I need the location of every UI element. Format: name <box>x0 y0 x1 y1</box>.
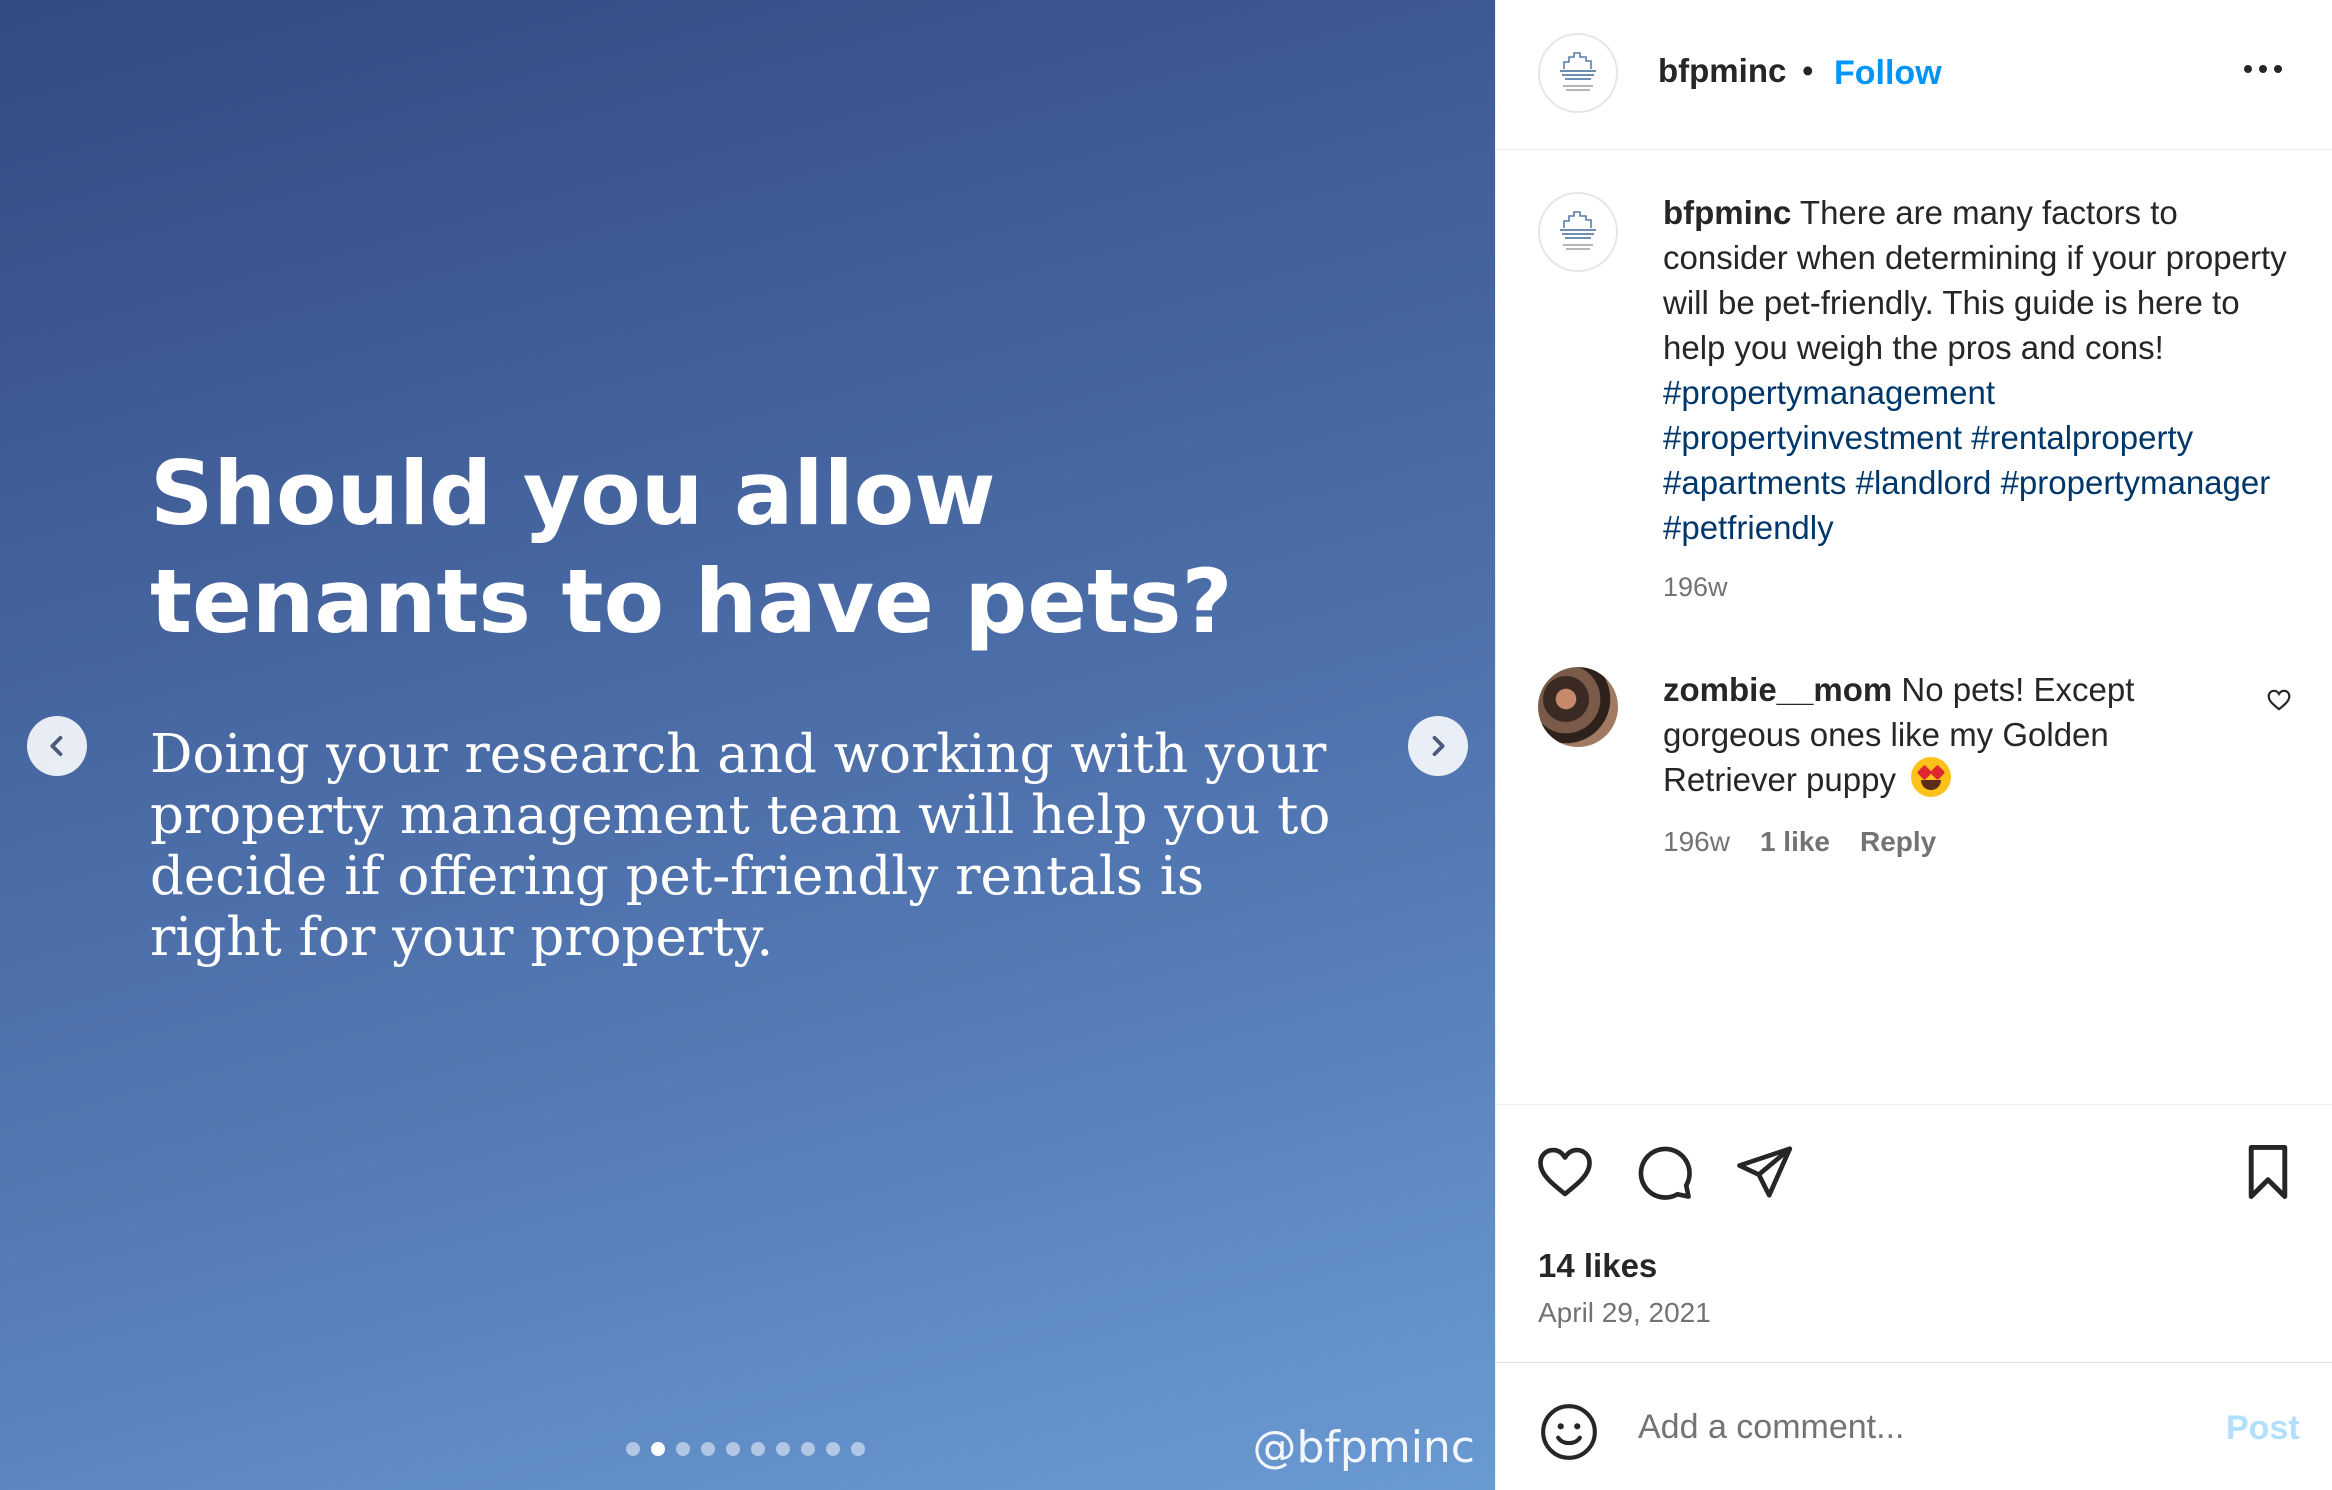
carousel-dot <box>726 1442 740 1456</box>
carousel-dot <box>701 1442 715 1456</box>
like-heart-icon[interactable] <box>1534 1141 1596 1208</box>
hashtag-link[interactable]: #rentalproperty <box>1971 419 2193 456</box>
carousel-dot <box>651 1442 665 1456</box>
save-bookmark-icon[interactable] <box>2237 1141 2299 1208</box>
hashtag-list: #propertymanagement #propertyinvestment … <box>1663 370 2293 550</box>
action-bar: 14 likes April 29, 2021 <box>1496 1104 2332 1364</box>
hashtag-link[interactable]: #apartments <box>1663 464 1846 501</box>
comment-username[interactable]: zombie__mom <box>1663 671 1892 708</box>
slide-body: Doing your research and working with you… <box>150 724 1331 968</box>
chevron-right-icon <box>1432 735 1445 757</box>
like-count[interactable]: 14 likes <box>1538 1247 1657 1285</box>
header-separator: • <box>1802 52 1814 89</box>
carousel-dot <box>676 1442 690 1456</box>
comment-like-count[interactable]: 1 like <box>1760 826 1830 858</box>
carousel-dot <box>826 1442 840 1456</box>
chevron-left-icon <box>50 735 63 757</box>
hashtag-link[interactable]: #landlord <box>1856 464 1992 501</box>
commenter-avatar[interactable] <box>1538 667 1618 747</box>
carousel-dot <box>776 1442 790 1456</box>
company-logo-icon <box>1560 52 1596 91</box>
carousel-indicator <box>626 1440 865 1458</box>
caption-timestamp[interactable]: 196w <box>1663 572 1728 603</box>
carousel-dot <box>626 1442 640 1456</box>
avatar[interactable] <box>1538 33 1618 113</box>
hashtag-link[interactable]: #propertymanagement <box>1663 374 1995 411</box>
emoji-picker-icon[interactable] <box>1538 1401 1600 1468</box>
slide-title: Should you allow tenants to have pets? <box>150 442 1233 653</box>
post-header: bfpminc • Follow <box>1496 0 2332 150</box>
header-username[interactable]: bfpminc <box>1658 52 1786 90</box>
hashtag-link[interactable]: #propertyinvestment <box>1663 419 1962 456</box>
comment-like-heart-icon[interactable] <box>2266 687 2292 718</box>
caption-text-block: bfpminc There are many factors to consid… <box>1663 190 2293 370</box>
caption-username[interactable]: bfpminc <box>1663 194 1791 231</box>
carousel-dot <box>801 1442 815 1456</box>
comment-meta: 196w 1 like Reply <box>1663 826 1936 858</box>
watermark-handle: @bfpminc <box>1252 1422 1475 1473</box>
post-details-panel: bfpminc • Follow bfpminc There are many … <box>1495 0 2332 1490</box>
follow-button[interactable]: Follow <box>1834 54 1942 93</box>
share-send-icon[interactable] <box>1733 1141 1795 1208</box>
comment-bubble-icon[interactable] <box>1633 1141 1695 1208</box>
post-date[interactable]: April 29, 2021 <box>1538 1297 1711 1329</box>
company-logo-icon <box>1560 211 1596 250</box>
hashtag-link[interactable]: #propertymanager <box>2001 464 2271 501</box>
post-comment-button[interactable]: Post <box>2226 1409 2300 1448</box>
heart-eyes-emoji-icon <box>1911 757 1952 797</box>
carousel-dot <box>851 1442 865 1456</box>
comment-text-block: zombie__mom No pets! Except gorgeous one… <box>1663 667 2223 802</box>
add-comment-bar: Post <box>1496 1362 2332 1490</box>
previous-slide-button[interactable] <box>27 716 87 776</box>
more-options-icon[interactable] <box>2238 54 2288 84</box>
post-media: Should you allow tenants to have pets? D… <box>0 0 1495 1490</box>
hashtag-link[interactable]: #petfriendly <box>1663 509 1834 546</box>
caption-avatar[interactable] <box>1538 192 1618 272</box>
reply-button[interactable]: Reply <box>1860 826 1936 858</box>
comment-timestamp[interactable]: 196w <box>1663 826 1730 858</box>
next-slide-button[interactable] <box>1408 716 1468 776</box>
comment-input[interactable] <box>1638 1397 2158 1457</box>
carousel-dot <box>751 1442 765 1456</box>
